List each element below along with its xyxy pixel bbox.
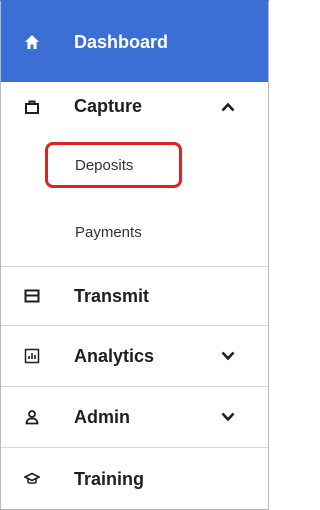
sidebar-nav: Dashboard Capture Deposits Payments Tran… <box>0 0 269 510</box>
transmit-icon <box>23 287 41 305</box>
selection-highlight <box>45 142 182 188</box>
sidebar-item-label: Admin <box>74 406 130 427</box>
sidebar-item-label: Capture <box>74 96 143 116</box>
sidebar-subitem-payments[interactable]: Payments <box>1 214 268 250</box>
chevron-up-icon[interactable] <box>220 99 236 115</box>
graduation-cap-icon <box>23 470 41 488</box>
chevron-down-icon[interactable] <box>220 348 236 364</box>
sidebar-item-transmit[interactable]: Transmit <box>1 267 268 326</box>
sidebar-item-label: Training <box>74 468 145 489</box>
home-icon <box>23 33 41 51</box>
sidebar-item-admin[interactable]: Admin <box>1 387 268 448</box>
sidebar-item-capture[interactable]: Capture <box>1 82 268 131</box>
sidebar-subitem-label: Payments <box>75 223 142 241</box>
sidebar-item-label: Analytics <box>74 345 155 366</box>
sidebar-item-label: Dashboard <box>74 31 169 52</box>
sidebar-item-label: Transmit <box>74 285 150 306</box>
user-icon <box>23 408 41 426</box>
sidebar-item-dashboard[interactable]: Dashboard <box>1 2 268 82</box>
chevron-down-icon[interactable] <box>220 409 236 425</box>
briefcase-icon <box>23 98 41 116</box>
sidebar-item-analytics[interactable]: Analytics <box>1 326 268 387</box>
analytics-icon <box>23 347 41 365</box>
sidebar-item-training[interactable]: Training <box>1 448 268 510</box>
